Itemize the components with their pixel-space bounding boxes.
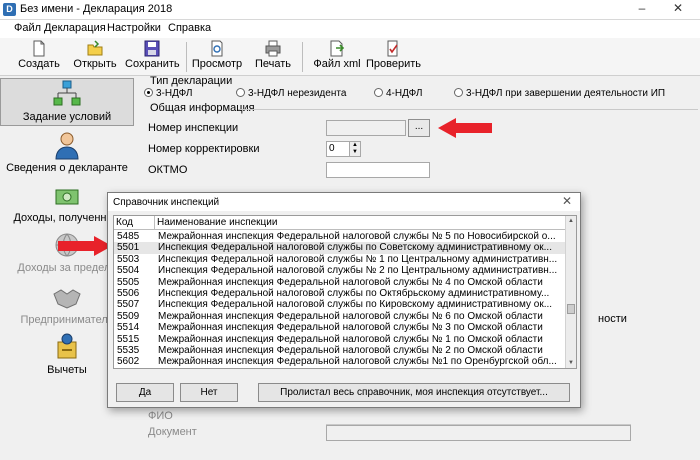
menu-declaration[interactable]: Декларация (44, 22, 106, 34)
xml-file-icon (330, 40, 345, 57)
radio-3ndfl-nonresident[interactable]: 3-НДФЛ нерезидента (236, 88, 346, 100)
table-body: 5485 Межрайонная инспекция Федеральной на… (114, 231, 566, 368)
preview-button[interactable]: Просмотр (191, 40, 243, 74)
menu-settings[interactable]: Настройки (107, 22, 161, 34)
close-button[interactable]: ✕ (664, 0, 692, 18)
oktmo-input[interactable] (326, 162, 430, 178)
document-label: Документ (148, 426, 197, 438)
print-button[interactable]: Печать (252, 40, 294, 74)
document-input[interactable] (326, 425, 631, 441)
table-row[interactable]: 5485 Межрайонная инспекция Федеральной на… (114, 231, 566, 242)
dialog-title: Справочник инспекций (113, 197, 220, 208)
radio-indicator (236, 88, 245, 97)
new-document-icon (33, 40, 45, 57)
column-header-code[interactable]: Код (116, 217, 133, 228)
correction-spinner[interactable]: ▲ ▼ (349, 141, 361, 157)
table-row[interactable]: 5504 Инспекция Федеральной налоговой служ… (114, 265, 566, 276)
save-button[interactable]: Сохранить (125, 40, 180, 74)
floppy-disk-icon (144, 40, 160, 57)
create-button[interactable]: Создать (16, 40, 62, 74)
hierarchy-icon (53, 80, 81, 106)
yes-button[interactable]: Да (116, 383, 174, 402)
open-button[interactable]: Открыть (72, 40, 118, 74)
red-arrow-right-icon (58, 236, 112, 256)
printer-icon (265, 40, 281, 57)
red-arrow-left-icon (438, 118, 492, 138)
partial-right-label: ности (598, 313, 627, 325)
radio-4ndfl[interactable]: 4-НДФЛ (374, 88, 423, 100)
inspection-number-input[interactable] (326, 120, 406, 136)
title-bar: D Без имени - Декларация 2018 – ✕ (0, 0, 700, 20)
fio-label: ФИО (148, 410, 173, 422)
sidebar-item-conditions[interactable]: Задание условий (0, 78, 134, 126)
toolbar-separator (302, 42, 303, 72)
table-row[interactable]: 5602 Межрайонная инспекция Федеральной на… (114, 356, 566, 367)
menu-help[interactable]: Справка (168, 22, 211, 34)
scroll-thumb[interactable] (567, 304, 575, 314)
file-xml-button[interactable]: Файл xml (313, 40, 361, 74)
handshake-icon (53, 289, 81, 309)
open-folder-icon (87, 40, 103, 56)
table-row[interactable]: 5509 Межрайонная инспекция Федеральной на… (114, 311, 566, 322)
oktmo-label: ОКТМО (148, 164, 188, 176)
radio-indicator (454, 88, 463, 97)
inspections-dialog: Справочник инспекций ✕ Код Наименование … (107, 192, 581, 408)
correction-number-label: Номер корректировки (148, 143, 260, 155)
deductions-icon (57, 333, 77, 359)
column-divider (154, 216, 155, 230)
correction-number-input[interactable]: 0 (326, 141, 350, 157)
declaration-type-label: Тип декларации (150, 75, 233, 87)
income-icon (55, 189, 79, 205)
radio-indicator (374, 88, 383, 97)
dialog-close-icon[interactable]: ✕ (562, 194, 572, 208)
group-divider (238, 109, 698, 110)
preview-icon (211, 40, 223, 57)
table-scrollbar[interactable]: ▲ ▼ (565, 216, 576, 368)
minimize-button[interactable]: – (628, 0, 656, 18)
table-row[interactable]: 5535 Межрайонная инспекция Федеральной на… (114, 345, 566, 356)
table-row[interactable]: 5514 Межрайонная инспекция Федеральной на… (114, 322, 566, 333)
inspections-table: Код Наименование инспекции 5485 Межрайонн… (113, 215, 577, 369)
inspection-number-label: Номер инспекции (148, 122, 239, 134)
sidebar-item-declarant[interactable]: Сведения о декларанте (0, 130, 134, 174)
scroll-down-icon[interactable]: ▼ (566, 358, 576, 368)
column-header-name[interactable]: Наименование инспекции (157, 217, 277, 228)
inspection-not-found-button[interactable]: Пролистал весь справочник, моя инспекция… (258, 383, 570, 402)
table-row[interactable]: 5505 Межрайонная инспекция Федеральной на… (114, 277, 566, 288)
dialog-title-bar: Справочник инспекций ✕ (108, 193, 580, 211)
inspection-browse-button[interactable]: ... (408, 119, 430, 137)
check-button[interactable]: Проверить (366, 40, 421, 74)
no-button[interactable]: Нет (180, 383, 238, 402)
check-document-icon (387, 40, 398, 57)
radio-3ndfl-ip-termination[interactable]: 3-НДФЛ при завершении деятельности ИП (454, 88, 665, 100)
toolbar: Создать Открыть Сохранить Просмотр Печат… (0, 38, 700, 76)
table-row[interactable]: 5507 Инспекция Федеральной налоговой служ… (114, 299, 566, 310)
table-header: Код Наименование инспекции (114, 216, 566, 230)
table-row[interactable]: 5503 Инспекция Федеральной налоговой служ… (114, 254, 566, 265)
window-title: Без имени - Декларация 2018 (20, 3, 173, 15)
toolbar-separator (186, 42, 187, 72)
table-row[interactable]: 5506 Инспекция Федеральной налоговой служ… (114, 288, 566, 299)
menu-bar: Файл Декларация Настройки Справка (0, 20, 700, 38)
person-icon (55, 132, 79, 160)
scroll-up-icon[interactable]: ▲ (566, 216, 576, 226)
radio-indicator (144, 88, 153, 97)
table-row-selected[interactable]: 5501 Инспекция Федеральной налоговой служ… (114, 242, 566, 254)
general-info-label: Общая информация (150, 102, 255, 114)
menu-file[interactable]: Файл (14, 22, 41, 34)
table-row[interactable]: 5515 Межрайонная инспекция Федеральной на… (114, 334, 566, 345)
app-logo-icon: D (3, 3, 16, 16)
radio-3ndfl[interactable]: 3-НДФЛ (144, 88, 193, 100)
